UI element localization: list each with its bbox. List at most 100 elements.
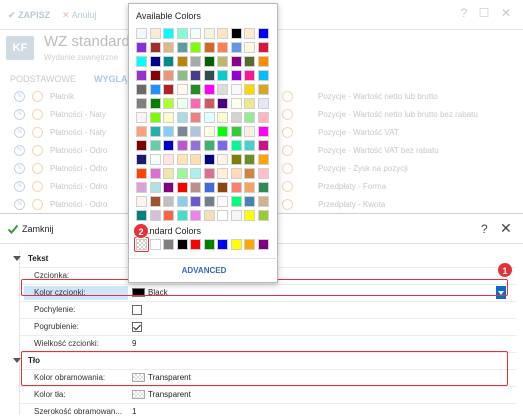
- color-swatch[interactable]: [176, 140, 188, 151]
- color-swatch[interactable]: [203, 196, 215, 207]
- property-pochylenie[interactable]: Pochylenie:: [20, 302, 516, 319]
- color-swatch[interactable]: [257, 196, 269, 207]
- color-swatch[interactable]: [149, 84, 161, 95]
- color-swatch[interactable]: [190, 42, 201, 53]
- color-swatch[interactable]: [176, 168, 188, 179]
- color-swatch[interactable]: [136, 70, 147, 81]
- color-swatch[interactable]: [149, 112, 161, 123]
- color-swatch[interactable]: [136, 210, 147, 221]
- color-swatch[interactable]: [244, 42, 255, 53]
- color-swatch[interactable]: [257, 154, 269, 165]
- color-swatch[interactable]: [217, 70, 228, 81]
- color-swatch[interactable]: [163, 84, 174, 95]
- pogrubienie-checkbox[interactable]: [132, 322, 142, 332]
- color-swatch[interactable]: [257, 126, 269, 137]
- close-dialog-button[interactable]: Zamknij: [22, 224, 54, 234]
- color-swatch[interactable]: [244, 154, 255, 165]
- color-swatch[interactable]: [136, 98, 147, 109]
- save-button[interactable]: ✔ ZAPISZ: [8, 10, 50, 21]
- color-swatch[interactable]: [163, 28, 174, 39]
- color-swatch[interactable]: [217, 210, 228, 221]
- pochylenie-checkbox[interactable]: [132, 305, 142, 315]
- color-swatch[interactable]: [230, 239, 242, 250]
- color-swatch[interactable]: [176, 154, 188, 165]
- color-swatch[interactable]: [244, 182, 255, 193]
- color-swatch[interactable]: [163, 154, 174, 165]
- color-swatch[interactable]: [163, 56, 174, 67]
- color-swatch[interactable]: [136, 154, 147, 165]
- color-swatch[interactable]: [136, 42, 147, 53]
- list-item[interactable]: Przedpłaty - Kwota: [268, 196, 518, 214]
- color-swatch[interactable]: [190, 182, 201, 193]
- color-swatch[interactable]: [217, 42, 228, 53]
- property-kolor-tla[interactable]: Kolor tła: Transparent: [20, 387, 516, 404]
- color-swatch[interactable]: [149, 126, 161, 137]
- color-swatch[interactable]: [217, 28, 228, 39]
- check-icon[interactable]: [7, 223, 19, 235]
- color-swatch[interactable]: [163, 70, 174, 81]
- color-swatch[interactable]: [203, 140, 215, 151]
- color-swatch[interactable]: [230, 98, 242, 109]
- color-swatch[interactable]: [203, 112, 215, 123]
- color-swatch[interactable]: [136, 84, 147, 95]
- color-swatch[interactable]: [149, 98, 161, 109]
- color-swatch[interactable]: [217, 84, 228, 95]
- color-swatch[interactable]: [230, 126, 242, 137]
- property-szerokosc-obramowania[interactable]: Szerokość obramowan... 1: [20, 404, 516, 420]
- color-swatch[interactable]: [176, 28, 188, 39]
- color-swatch[interactable]: [244, 84, 255, 95]
- color-swatch[interactable]: [244, 112, 255, 123]
- color-swatch[interactable]: [217, 112, 228, 123]
- color-swatch[interactable]: [217, 196, 228, 207]
- color-swatch[interactable]: [244, 168, 255, 179]
- color-swatch[interactable]: [136, 196, 147, 207]
- color-swatch[interactable]: [190, 98, 201, 109]
- color-swatch[interactable]: [163, 239, 174, 250]
- color-swatch[interactable]: [176, 210, 188, 221]
- color-swatch[interactable]: [203, 98, 215, 109]
- color-swatch[interactable]: [203, 210, 215, 221]
- color-swatch[interactable]: [203, 154, 215, 165]
- color-swatch[interactable]: [149, 182, 161, 193]
- color-swatch[interactable]: [217, 182, 228, 193]
- color-swatch[interactable]: [257, 112, 269, 123]
- color-swatch[interactable]: [244, 28, 255, 39]
- maximize-icon[interactable]: ☐: [478, 7, 490, 19]
- color-swatch[interactable]: [203, 239, 215, 250]
- color-swatch[interactable]: [190, 126, 201, 137]
- color-swatch[interactable]: [257, 182, 269, 193]
- color-swatch[interactable]: [176, 112, 188, 123]
- color-swatch[interactable]: [257, 98, 269, 109]
- color-swatch[interactable]: [149, 154, 161, 165]
- color-swatch[interactable]: [149, 196, 161, 207]
- color-swatch[interactable]: [176, 182, 188, 193]
- list-item[interactable]: Pozycje - Wartość VAT: [268, 124, 518, 142]
- color-swatch[interactable]: [257, 168, 269, 179]
- color-swatch[interactable]: [136, 28, 147, 39]
- color-swatch[interactable]: [244, 70, 255, 81]
- color-swatch[interactable]: [203, 56, 215, 67]
- color-swatch[interactable]: [149, 28, 161, 39]
- color-swatch[interactable]: [257, 210, 269, 221]
- color-swatch[interactable]: [217, 154, 228, 165]
- color-swatch[interactable]: [149, 140, 161, 151]
- color-swatch[interactable]: [163, 196, 174, 207]
- color-swatch[interactable]: [230, 140, 242, 151]
- color-swatch[interactable]: [190, 154, 201, 165]
- color-swatch[interactable]: [217, 239, 228, 250]
- color-swatch[interactable]: [163, 210, 174, 221]
- collapse-icon[interactable]: [13, 358, 21, 363]
- color-swatch[interactable]: [203, 84, 215, 95]
- color-swatch[interactable]: [176, 84, 188, 95]
- color-swatch[interactable]: [244, 98, 255, 109]
- color-swatch[interactable]: [230, 70, 242, 81]
- color-swatch[interactable]: [203, 28, 215, 39]
- color-swatch[interactable]: [230, 56, 242, 67]
- color-swatch[interactable]: [257, 70, 269, 81]
- color-swatch[interactable]: [230, 196, 242, 207]
- color-swatch[interactable]: [244, 210, 255, 221]
- color-swatch[interactable]: [190, 168, 201, 179]
- color-swatch[interactable]: [176, 196, 188, 207]
- color-swatch[interactable]: [203, 126, 215, 137]
- color-swatch[interactable]: [163, 112, 174, 123]
